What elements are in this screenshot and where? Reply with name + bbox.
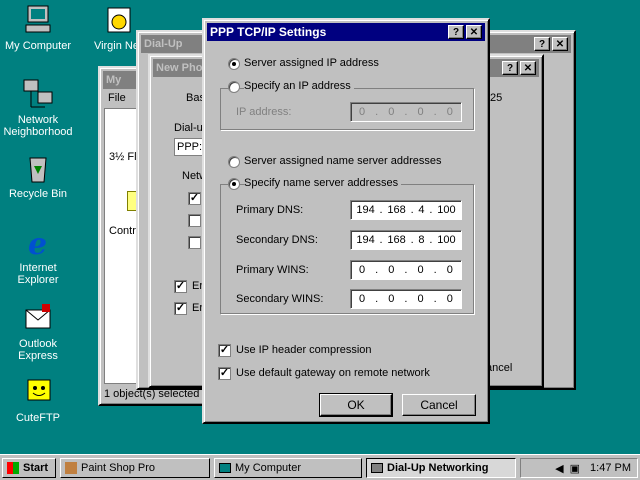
- computer-icon: [22, 4, 54, 36]
- task-my-computer[interactable]: My Computer: [214, 458, 362, 478]
- bg-checkbox[interactable]: ✓: [188, 192, 201, 205]
- enable-checkbox[interactable]: ✓: [174, 280, 187, 293]
- ip-address-label: IP address:: [236, 106, 292, 118]
- close-icon[interactable]: ✕: [520, 61, 536, 75]
- ip-header-compression-checkbox[interactable]: ✓: [218, 344, 231, 357]
- primary-wins-label: Primary WINS:: [236, 264, 309, 276]
- ppp-tcpip-dialog[interactable]: PPP TCP/IP Settings ? ✕ Server assigned I…: [202, 18, 490, 424]
- desktop-icon-label: Recycle Bin: [8, 188, 68, 200]
- ppp-field[interactable]: PPP:: [174, 138, 204, 156]
- svg-text:e: e: [28, 227, 47, 258]
- task-dialup-networking[interactable]: Dial-Up Networking: [366, 458, 516, 478]
- tab-server[interactable]: 25: [490, 92, 502, 104]
- drive-label[interactable]: 3½ Fl: [109, 151, 137, 163]
- primary-dns-field[interactable]: 194. 168. 4. 100: [350, 200, 462, 220]
- control-panel-label[interactable]: Contr: [109, 225, 136, 237]
- radio-server-assigned-ns[interactable]: [228, 156, 240, 168]
- desktop-icon-outlook-express[interactable]: Outlook Express: [0, 302, 76, 362]
- radio-specify-ip-label[interactable]: Specify an IP address: [244, 80, 354, 92]
- phone-icon: [102, 4, 134, 36]
- system-tray: ◀ ▣ 1:47 PM: [520, 458, 638, 478]
- recycle-bin-icon: [22, 152, 54, 184]
- desktop-icon-label: Internet Explorer: [17, 262, 59, 286]
- radio-server-ns-label[interactable]: Server assigned name server addresses: [244, 155, 441, 167]
- default-gateway-label[interactable]: Use default gateway on remote network: [236, 367, 430, 379]
- outlook-icon: [22, 302, 54, 334]
- desktop-icon-recycle-bin[interactable]: Recycle Bin: [0, 152, 76, 200]
- help-button[interactable]: ?: [448, 25, 464, 39]
- secondary-wins-field[interactable]: 0.0.0.0: [350, 289, 462, 309]
- enable-checkbox[interactable]: ✓: [174, 302, 187, 315]
- close-icon[interactable]: ✕: [552, 37, 568, 51]
- radio-server-ip-label[interactable]: Server assigned IP address: [244, 57, 379, 69]
- desktop-icon-network[interactable]: Network Neighborhood: [0, 78, 76, 138]
- radio-server-assigned-ip[interactable]: [228, 58, 240, 70]
- ip-address-field[interactable]: 0.0.0.0: [350, 102, 462, 122]
- cancel-button[interactable]: Cancel: [402, 394, 476, 416]
- ie-icon: e: [22, 226, 54, 262]
- cuteftp-icon: [22, 376, 54, 408]
- radio-specify-ip[interactable]: [228, 81, 240, 93]
- dialup-icon: [371, 463, 383, 473]
- ok-button[interactable]: OK: [319, 393, 393, 417]
- help-button[interactable]: ?: [502, 61, 518, 75]
- taskbar: Start Paint Shop Pro My Computer Dial-Up…: [0, 454, 640, 480]
- network-tray-icon[interactable]: ▣: [570, 462, 580, 475]
- desktop-icon-cuteftp[interactable]: CuteFTP: [0, 376, 76, 424]
- desktop-icon-label: My Computer: [4, 40, 72, 52]
- secondary-dns-label: Secondary DNS:: [236, 234, 318, 246]
- paint-shop-pro-icon: [65, 462, 77, 474]
- network-icon: [22, 78, 54, 110]
- volume-icon[interactable]: ◀: [555, 462, 563, 475]
- clock[interactable]: 1:47 PM: [590, 462, 631, 474]
- primary-dns-label: Primary DNS:: [236, 204, 304, 216]
- menu-file[interactable]: File: [108, 92, 126, 104]
- dialog-title: PPP TCP/IP Settings: [210, 25, 327, 39]
- help-button[interactable]: ?: [534, 37, 550, 51]
- desktop-icon-label: Outlook Express: [18, 338, 58, 362]
- task-paint-shop-pro[interactable]: Paint Shop Pro: [60, 458, 210, 478]
- desktop-icon-label: CuteFTP: [15, 412, 60, 424]
- bg-checkbox[interactable]: [188, 236, 201, 249]
- secondary-wins-label: Secondary WINS:: [236, 293, 324, 305]
- dialog-titlebar[interactable]: PPP TCP/IP Settings ? ✕: [207, 23, 485, 41]
- desktop-icon-my-computer[interactable]: My Computer: [0, 4, 76, 52]
- primary-wins-field[interactable]: 0.0.0.0: [350, 260, 462, 280]
- computer-icon: [219, 463, 231, 473]
- start-button[interactable]: Start: [2, 458, 56, 478]
- desktop-icon-label: Network Neighborhood: [3, 114, 73, 138]
- ip-header-compression-label[interactable]: Use IP header compression: [236, 344, 372, 356]
- radio-specify-ns[interactable]: [228, 178, 240, 190]
- close-button[interactable]: ✕: [466, 25, 482, 39]
- secondary-dns-field[interactable]: 194. 168. 8. 100: [350, 230, 462, 250]
- desktop-icon-internet-explorer[interactable]: e Internet Explorer: [0, 226, 76, 286]
- radio-specify-ns-label[interactable]: Specify name server addresses: [244, 177, 402, 189]
- bg-checkbox[interactable]: [188, 214, 201, 227]
- default-gateway-checkbox[interactable]: ✓: [218, 367, 231, 380]
- windows-logo-icon: [7, 462, 19, 474]
